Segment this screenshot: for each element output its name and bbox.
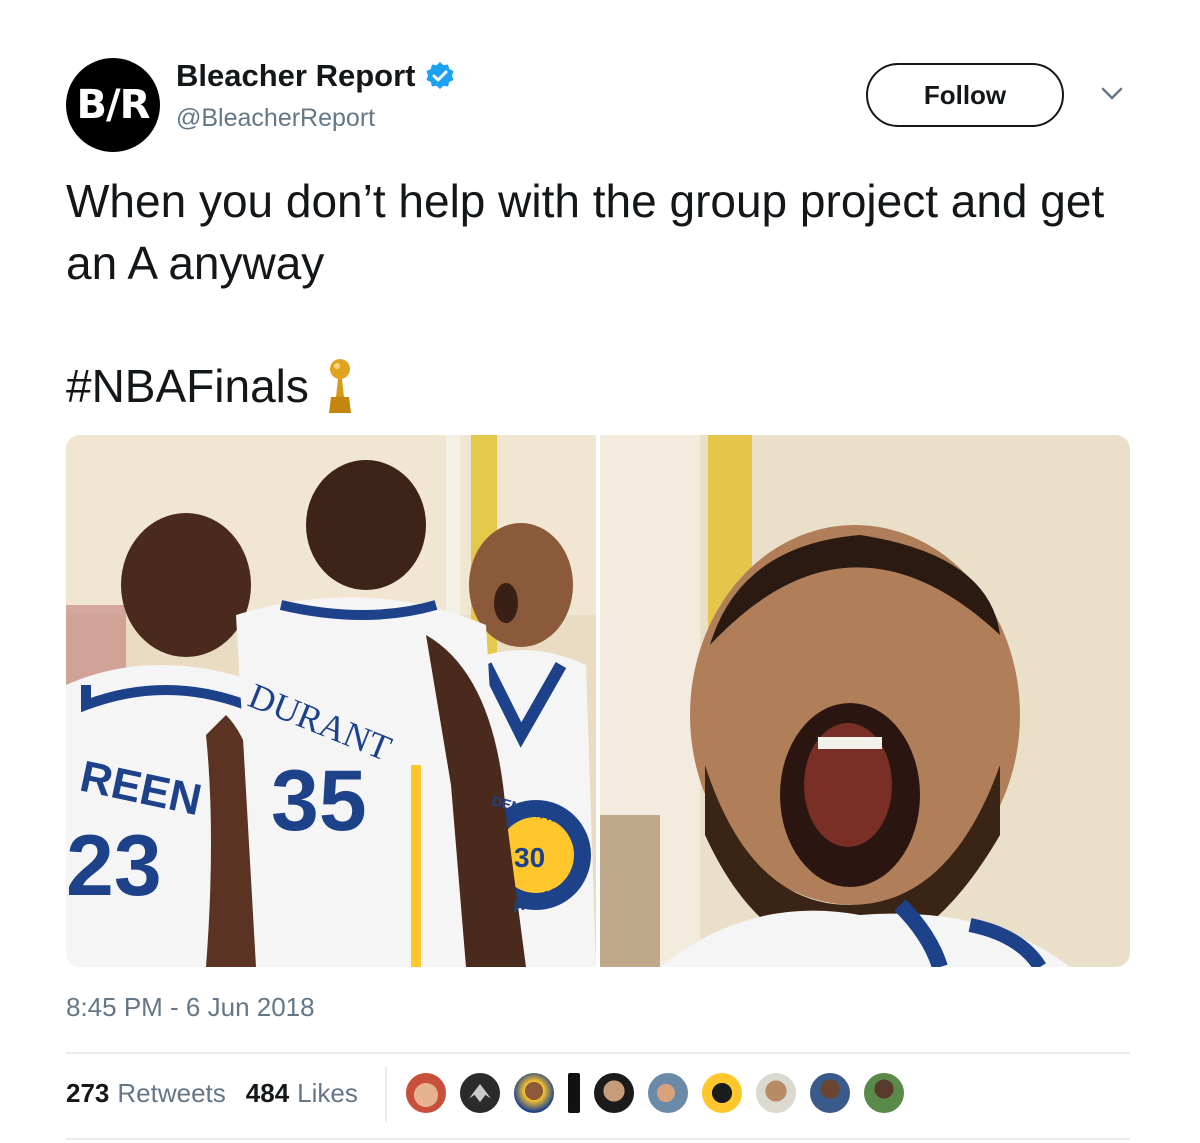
jersey-center-number: 35 (271, 753, 367, 849)
divider-top (66, 1052, 1130, 1054)
tweet-media[interactable]: REEN 23 DURANT 35 DEN STATE 30 ARRIOR (66, 435, 1130, 967)
liker-avatar[interactable] (808, 1071, 852, 1115)
display-name[interactable]: Bleacher Report (176, 58, 415, 94)
likes-stat[interactable]: 484 Likes (246, 1078, 358, 1109)
liker-avatar[interactable] (754, 1071, 798, 1115)
tweet-timestamp[interactable]: 8:45 PM - 6 Jun 2018 (66, 992, 315, 1023)
retweets-stat[interactable]: 273 Retweets (66, 1078, 226, 1109)
photo-players-celebrating[interactable]: REEN 23 DURANT 35 DEN STATE 30 ARRIOR (66, 435, 596, 967)
engagement-stats: 273 Retweets 484 Likes (66, 1078, 358, 1109)
liker-avatar[interactable] (404, 1071, 448, 1115)
trophy-icon (323, 357, 357, 415)
stats-separator (385, 1066, 387, 1122)
account-name-row[interactable]: Bleacher Report (176, 58, 455, 94)
liker-avatar[interactable] (566, 1071, 582, 1115)
likers-avatars (404, 1071, 906, 1115)
liker-avatar[interactable] (512, 1071, 556, 1115)
hashtag-link[interactable]: #NBAFinals (66, 355, 309, 417)
retweets-label: Retweets (117, 1078, 226, 1108)
account-avatar[interactable]: B/R (66, 58, 160, 152)
verified-badge-icon (425, 61, 455, 91)
tweet-text: When you don’t help with the group proje… (66, 175, 1105, 289)
likes-count: 484 (245, 1078, 290, 1108)
retweets-count: 273 (66, 1078, 110, 1108)
liker-avatar[interactable] (458, 1071, 502, 1115)
photo-closeup-shouting[interactable] (600, 435, 1130, 967)
divider-bottom (66, 1138, 1130, 1140)
likes-label: Likes (297, 1078, 358, 1108)
account-handle[interactable]: @BleacherReport (176, 104, 375, 133)
liker-avatar[interactable] (646, 1071, 690, 1115)
liker-avatar[interactable] (700, 1071, 744, 1115)
liker-avatar[interactable] (592, 1071, 636, 1115)
hashtag-line: #NBAFinals (66, 355, 357, 417)
liker-avatar[interactable] (862, 1071, 906, 1115)
jersey-left-number: 23 (66, 818, 162, 914)
chevron-down-icon[interactable] (1100, 86, 1124, 102)
follow-button[interactable]: Follow (866, 63, 1064, 127)
jersey-right-number: 30 (514, 842, 545, 873)
avatar-logo-text: B/R (76, 82, 151, 128)
